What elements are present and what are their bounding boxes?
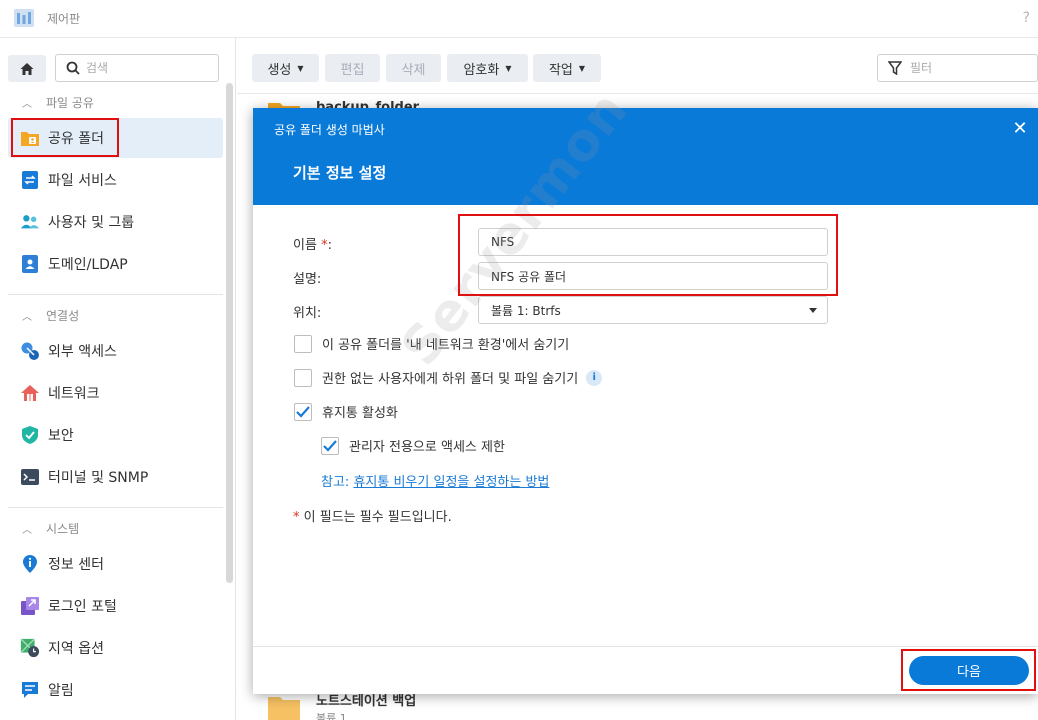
name-label: 이름 *: [293, 238, 332, 253]
sidebar-item-login-portal[interactable]: 로그인 포털 [8, 586, 223, 626]
modal-subtitle: 기본 정보 설정 [293, 164, 387, 182]
sidebar-item-security[interactable]: 보안 [8, 415, 223, 455]
sidebar-item-notification[interactable]: 알림 [8, 670, 223, 710]
modal-header: 공유 폴더 생성 마법사 ✕ 기본 정보 설정 [253, 108, 1038, 205]
folder-icon [268, 697, 300, 720]
close-icon[interactable]: ✕ [1010, 118, 1030, 139]
search-icon [66, 61, 80, 75]
help-icon[interactable]: ? [1023, 10, 1030, 26]
recycle-bin-checkbox[interactable] [294, 402, 312, 421]
title-bar: 제어판 ? [0, 0, 1038, 38]
action-button[interactable]: 작업 ▼ [533, 54, 601, 82]
sidebar-item-external-access[interactable]: 외부 액세스 [8, 331, 223, 371]
hide-unauth-checkbox-row[interactable]: 권한 없는 사용자에게 하위 폴더 및 파일 숨기기 i [294, 368, 603, 387]
description-label: 설명: [293, 272, 322, 287]
sidebar-divider [8, 294, 223, 295]
notification-icon [20, 680, 40, 700]
sidebar-item-regional-options[interactable]: 지역 옵션 [8, 628, 223, 668]
sidebar-item-network[interactable]: 네트워크 [8, 373, 223, 413]
sidebar-item-users-groups[interactable]: 사용자 및 그룹 [8, 202, 223, 242]
sidebar-item-domain-ldap[interactable]: 도메인/LDAP [8, 244, 223, 284]
toolbar: 생성 ▼ 편집 삭제 암호화 ▼ 작업 ▼ [237, 38, 1038, 94]
sidebar-item-info-center[interactable]: 정보 센터 [8, 544, 223, 584]
required-note: * 이 필드는 필수 필드입니다. [293, 510, 452, 525]
info-icon[interactable]: i [586, 369, 603, 386]
modal-title: 공유 폴더 생성 마법사 [274, 123, 385, 137]
caret-down-icon: ▼ [505, 63, 512, 73]
hide-network-checkbox[interactable] [294, 334, 312, 353]
chevron-up-icon: ︿ [22, 311, 32, 323]
highlight-name-desc-fields [458, 214, 838, 296]
sidebar-item-terminal-snmp[interactable]: 터미널 및 SNMP [8, 457, 223, 497]
dropdown-arrow-icon [809, 308, 817, 313]
sidebar-divider [8, 507, 223, 508]
filter-box[interactable] [877, 54, 1038, 82]
network-icon [20, 383, 40, 403]
location-label: 위치: [293, 306, 322, 321]
filter-icon [888, 61, 902, 75]
encryption-button[interactable]: 암호화 ▼ [447, 54, 528, 82]
create-shared-folder-wizard: 공유 폴더 생성 마법사 ✕ 기본 정보 설정 이름 *: 설명: 위치: 볼륨… [253, 108, 1038, 694]
home-button[interactable] [8, 55, 46, 82]
delete-button[interactable]: 삭제 [386, 54, 441, 82]
section-system[interactable]: ︿ 시스템 [22, 517, 79, 539]
chevron-up-icon: ︿ [22, 98, 32, 110]
checkmark-icon [323, 439, 337, 452]
chevron-up-icon: ︿ [22, 524, 32, 536]
folder-row-sub: 볼륨 1 [316, 712, 347, 720]
file-services-icon [20, 170, 40, 190]
filter-input[interactable] [910, 61, 1020, 75]
external-access-icon [20, 341, 40, 361]
control-panel-icon [14, 9, 34, 27]
admin-only-checkbox[interactable] [321, 436, 339, 455]
sidebar-scrollbar[interactable] [226, 83, 233, 583]
terminal-icon [20, 467, 40, 487]
sidebar-item-file-services[interactable]: 파일 서비스 [8, 160, 223, 200]
home-icon [20, 62, 34, 75]
sidebar-search[interactable] [55, 54, 219, 82]
modal-footer-divider [253, 646, 1038, 647]
location-select[interactable]: 볼륨 1: Btrfs [478, 296, 828, 324]
regional-options-icon [20, 638, 40, 658]
hide-unauth-checkbox[interactable] [294, 368, 312, 387]
highlight-next-button [901, 649, 1036, 691]
login-portal-icon [20, 596, 40, 616]
section-file-sharing[interactable]: ︿ 파일 공유 [22, 91, 94, 113]
caret-down-icon: ▼ [297, 63, 304, 73]
highlight-shared-folder [11, 118, 119, 157]
search-input[interactable] [86, 61, 206, 75]
recycle-schedule-link[interactable]: 휴지통 비우기 일정을 설정하는 방법 [353, 475, 549, 490]
edit-button[interactable]: 편집 [325, 54, 380, 82]
security-shield-icon [20, 425, 40, 445]
users-group-icon [20, 212, 40, 232]
recycle-note: 참고: 휴지통 비우기 일정을 설정하는 방법 [321, 475, 550, 490]
checkmark-icon [296, 405, 310, 418]
section-connectivity[interactable]: ︿ 연결성 [22, 304, 79, 326]
domain-ldap-icon [20, 254, 40, 274]
info-center-icon [20, 554, 40, 574]
create-button[interactable]: 생성 ▼ [252, 54, 319, 82]
recycle-bin-checkbox-row[interactable]: 휴지통 활성화 [294, 402, 398, 421]
caret-down-icon: ▼ [578, 63, 586, 73]
admin-only-checkbox-row[interactable]: 관리자 전용으로 액세스 제한 [321, 436, 505, 455]
app-title: 제어판 [47, 12, 81, 26]
hide-network-checkbox-row[interactable]: 이 공유 폴더를 '내 네트워크 환경'에서 숨기기 [294, 334, 569, 353]
